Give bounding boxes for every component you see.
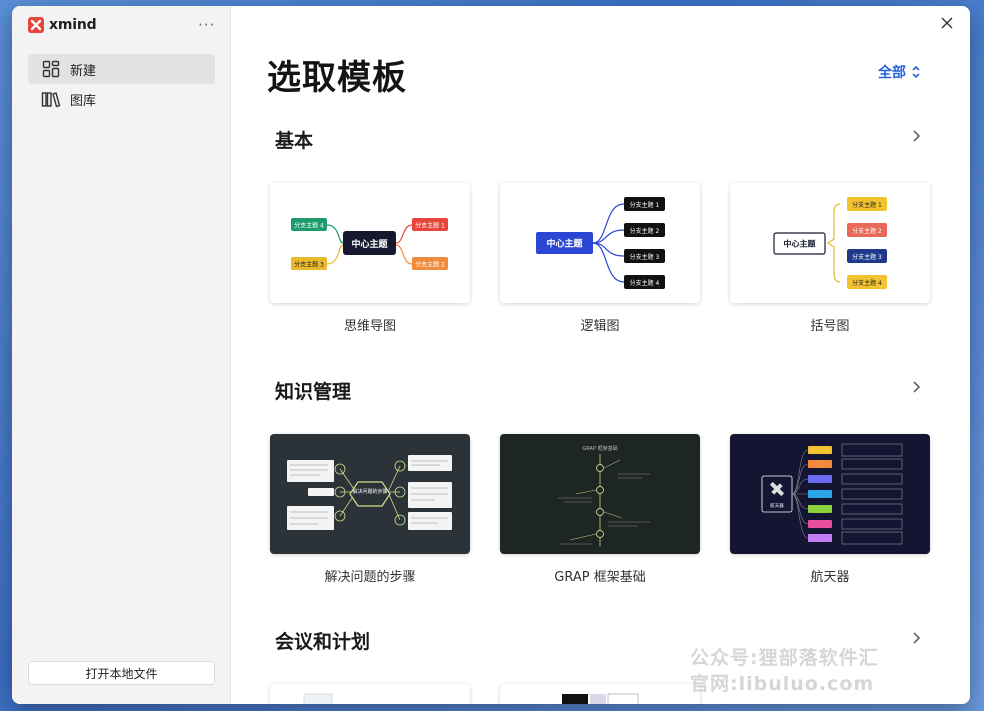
branch-topic: 分支主题 3 <box>294 261 324 269</box>
page-title: 选取模板 <box>267 58 407 98</box>
branch-topic: 分支主题 1 <box>630 201 660 209</box>
template-card-brace-map[interactable]: 中心主题 分支主题 1 分支主题 2 分支主题 3 分支主题 4 <box>730 183 930 303</box>
chevron-right-icon[interactable] <box>909 630 923 644</box>
sidebar-item-library[interactable]: 图库 <box>28 84 215 114</box>
section-title-basic: 基本 <box>275 130 314 152</box>
template-card-logic-chart[interactable]: 中心主题 分支主题 1 分支主题 2 分支主题 3 分支主题 4 <box>500 183 700 303</box>
chevron-right-icon[interactable] <box>909 128 923 142</box>
template-card-mindmap[interactable]: 中心主题 分支主题 4 分支主题 1 分支主题 3 分支主题 2 <box>270 183 470 303</box>
branch-topic: 分支主题 3 <box>852 253 882 261</box>
center-topic: 中心主题 <box>546 238 583 250</box>
template-card-spacecraft[interactable]: 航天器 <box>730 434 930 554</box>
sidebar-item-label: 新建 <box>70 63 97 79</box>
template-label: 航天器 <box>810 570 850 585</box>
template-label: 逻辑图 <box>580 319 620 334</box>
template-label: 括号图 <box>810 319 850 334</box>
watermark-line: 公众号:狸部落软件汇 <box>690 647 879 669</box>
filter-label: 全部 <box>878 65 906 81</box>
card-header: GRAP 框架基础 <box>582 445 617 452</box>
branch-topic: 分支主题 2 <box>415 261 445 269</box>
branch-topic: 分支主题 1 <box>415 222 445 230</box>
template-card-grap-framework[interactable]: GRAP 框架基础 <box>500 434 700 554</box>
template-label: GRAP 框架基础 <box>554 570 646 585</box>
branch-topic: 分支主题 2 <box>852 227 882 235</box>
branch-topic: 分支主题 4 <box>630 279 660 287</box>
open-local-file-button[interactable]: 打开本地文件 <box>28 661 215 685</box>
filter-dropdown[interactable]: 全部 <box>878 62 921 82</box>
branch-topic: 分支主题 4 <box>852 279 882 287</box>
brand: xmind <box>28 17 97 33</box>
app-name: xmind <box>49 17 97 33</box>
center-topic: 解决问题的步骤 <box>352 488 387 495</box>
template-card-meeting-1[interactable] <box>270 684 470 704</box>
template-card-meeting-2[interactable] <box>500 684 700 704</box>
template-label: 解决问题的步骤 <box>324 570 416 585</box>
center-topic: 中心主题 <box>351 238 388 250</box>
watermark-line: 官网:libuluo.com <box>690 673 875 695</box>
updown-chevron-icon <box>912 65 920 79</box>
chevron-right-icon[interactable] <box>909 379 923 393</box>
app-window: xmind ··· 新建 图库 打开本地文件 选取模板 全部 基本 中心主题 分… <box>12 6 970 704</box>
section-title-knowledge: 知识管理 <box>275 381 352 403</box>
sidebar-item-label: 图库 <box>70 93 97 109</box>
section-title-meetings: 会议和计划 <box>275 631 371 653</box>
xmind-logo-icon <box>28 17 44 33</box>
branch-topic: 分支主题 3 <box>630 253 660 261</box>
sidebar-item-new[interactable]: 新建 <box>28 54 215 84</box>
branch-topic: 分支主题 2 <box>630 227 660 235</box>
branch-topic: 分支主题 1 <box>852 201 882 209</box>
more-menu-button[interactable]: ··· <box>198 16 215 34</box>
branch-topic: 分支主题 4 <box>294 222 324 230</box>
center-topic: 航天器 <box>770 502 784 509</box>
center-topic: 中心主题 <box>784 239 817 249</box>
grid-icon <box>41 59 61 79</box>
template-panel: 选取模板 全部 基本 中心主题 分支主题 4 分支主题 1 分支主题 3 分支主… <box>231 6 970 704</box>
template-card-problem-steps[interactable]: 解决问题的步骤 <box>270 434 470 554</box>
sidebar: xmind ··· 新建 图库 打开本地文件 <box>12 6 231 704</box>
library-icon <box>41 89 61 109</box>
close-icon[interactable] <box>938 14 956 32</box>
template-label: 思维导图 <box>343 319 396 334</box>
watermark: 公众号:狸部落软件汇 官网:libuluo.com <box>690 645 970 697</box>
